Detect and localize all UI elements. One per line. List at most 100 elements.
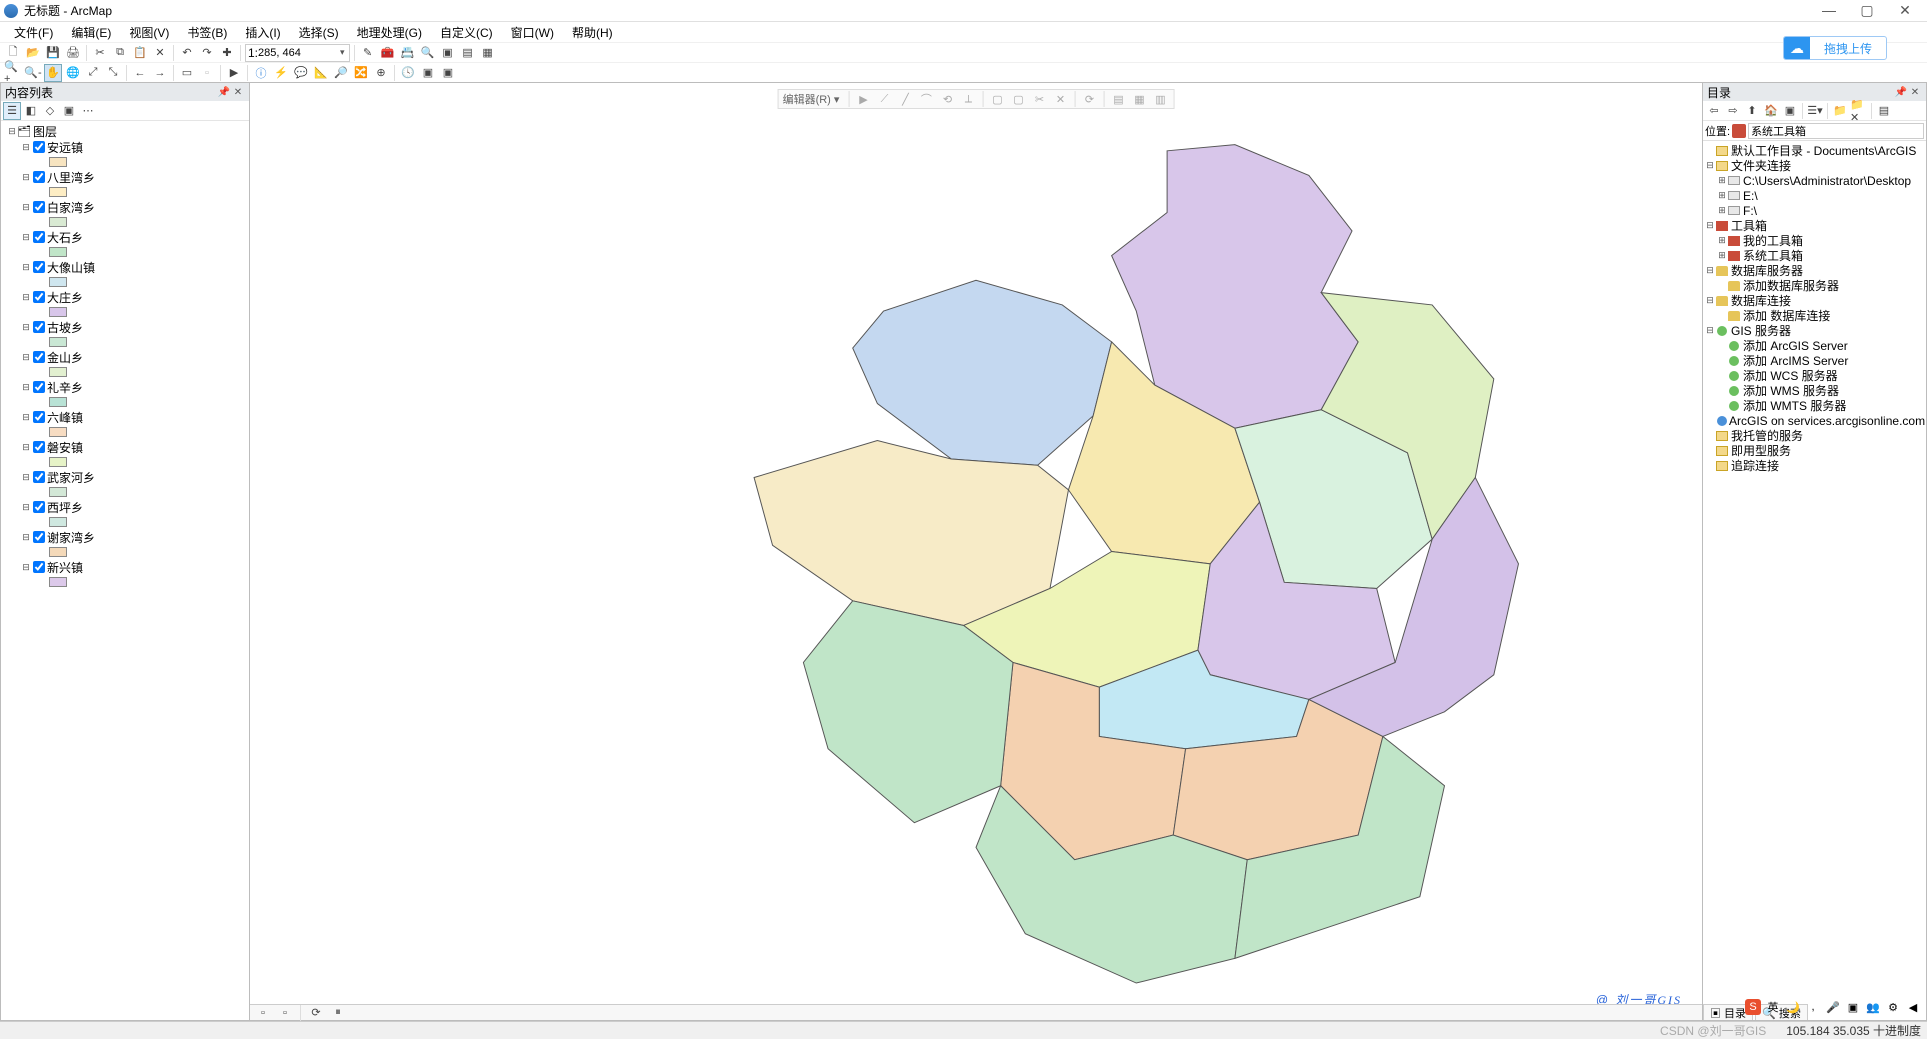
identify-icon[interactable]: ⓘ (252, 64, 270, 82)
fixed-zoom-out-icon[interactable]: ⤡ (104, 64, 122, 82)
collapse-icon[interactable]: ⊟ (21, 532, 31, 543)
menu-2[interactable]: 视图(V) (121, 23, 177, 42)
people-icon[interactable]: 👥 (1865, 999, 1881, 1015)
go-to-xy-icon[interactable]: ⊕ (372, 64, 390, 82)
list-by-visibility-icon[interactable]: ◇ (41, 102, 59, 120)
home-icon[interactable]: 🏠 (1762, 102, 1780, 120)
time-slider-icon[interactable]: 🕓 (399, 64, 417, 82)
modelbuilder-icon[interactable]: ▤ (459, 44, 477, 62)
list-by-drawing-icon[interactable]: ☰ (3, 102, 21, 120)
layer-checkbox[interactable] (33, 351, 45, 363)
layer-node[interactable]: ⊟礼辛乡 (21, 379, 247, 395)
catalog-icon[interactable]: 📇 (399, 44, 417, 62)
collapse-icon[interactable]: ⊟ (21, 202, 31, 213)
layer-checkbox[interactable] (33, 441, 45, 453)
list-by-selection-icon[interactable]: ▣ (60, 102, 78, 120)
catalog-item[interactable]: 添加 ArcGIS Server (1717, 338, 1924, 353)
expand-icon[interactable]: ⊟ (1705, 295, 1715, 306)
up-icon[interactable]: ⬆ (1743, 102, 1761, 120)
expand-icon[interactable]: ⊟ (1705, 325, 1715, 336)
back-icon[interactable]: ← (131, 64, 149, 82)
region-礼辛乡[interactable] (853, 280, 1112, 465)
expand-icon[interactable]: ⊞ (1717, 190, 1727, 201)
menu-7[interactable]: 自定义(C) (432, 23, 501, 42)
print-icon[interactable]: 🖨 (64, 44, 82, 62)
collapse-icon[interactable]: ⊟ (21, 562, 31, 573)
viewer-icon[interactable]: ▣ (419, 64, 437, 82)
layer-checkbox[interactable] (33, 261, 45, 273)
pan-icon[interactable]: ✋ (44, 64, 62, 82)
comma-icon[interactable]: , (1805, 999, 1821, 1015)
panel-icon[interactable]: ▣ (1845, 999, 1861, 1015)
refresh-icon[interactable]: ⟳ (307, 1004, 325, 1022)
list-style-icon[interactable]: ☰▾ (1806, 102, 1824, 120)
undo-icon[interactable]: ↶ (178, 44, 196, 62)
catalog-tree[interactable]: 默认工作目录 - Documents\ArcGIS⊟文件夹连接⊞C:\Users… (1703, 141, 1926, 1004)
menu-1[interactable]: 编辑(E) (63, 23, 119, 42)
expand-icon[interactable]: ⊟ (1705, 220, 1715, 231)
options-icon[interactable]: ⋯ (79, 102, 97, 120)
catalog-item[interactable]: 添加 数据库连接 (1717, 308, 1924, 323)
map-view[interactable]: 编辑器(R) ▾ ▶ ⟋ ╱ ⌒ ⟲ ⟂ ▢ ▢ ✂ ✕ ⟳ ▤ ▦ ▥ @ 刘… (250, 82, 1702, 1021)
expand-icon[interactable]: ⊞ (1717, 175, 1727, 186)
pause-drawing-icon[interactable]: ⏸ (329, 1004, 347, 1022)
zoom-in-icon[interactable]: 🔍+ (4, 64, 22, 82)
clear-selection-icon[interactable]: ▫ (198, 64, 216, 82)
forward-icon[interactable]: ⇨ (1724, 102, 1742, 120)
ime-icon[interactable]: S (1745, 999, 1761, 1015)
minimize-button[interactable]: — (1819, 2, 1839, 19)
menu-4[interactable]: 插入(I) (237, 23, 288, 42)
catalog-item[interactable]: ⊟数据库连接 (1705, 293, 1924, 308)
menu-8[interactable]: 窗口(W) (503, 23, 562, 42)
data-view-icon[interactable]: ▫ (254, 1004, 272, 1022)
region-金山乡[interactable] (754, 441, 1068, 626)
layer-checkbox[interactable] (33, 561, 45, 573)
catalog-item[interactable]: ⊟数据库服务器 (1705, 263, 1924, 278)
catalog-item[interactable]: ArcGIS on services.arcgisonline.com (用户) (1717, 413, 1924, 428)
expand-icon[interactable]: ⊟ (1705, 265, 1715, 276)
layer-checkbox[interactable] (33, 471, 45, 483)
layer-checkbox[interactable] (33, 411, 45, 423)
collapse-icon[interactable]: ⊟ (21, 352, 31, 363)
catalog-item[interactable]: 添加 ArcIMS Server (1717, 353, 1924, 368)
search-icon[interactable]: 🔍 (419, 44, 437, 62)
open-icon[interactable]: 📂 (24, 44, 42, 62)
expand-icon[interactable]: ⊞ (1717, 235, 1727, 246)
catalog-item[interactable]: 追踪连接 (1705, 458, 1924, 473)
layer-node[interactable]: ⊟白家湾乡 (21, 199, 247, 215)
catalog-item[interactable]: 添加数据库服务器 (1717, 278, 1924, 293)
toolbox-icon[interactable]: 🧰 (379, 44, 397, 62)
scale-combo[interactable]: 1: ▾ (245, 44, 350, 62)
find-route-icon[interactable]: 🔀 (352, 64, 370, 82)
layer-node[interactable]: ⊟古坡乡 (21, 319, 247, 335)
collapse-icon[interactable]: ⊟ (21, 502, 31, 513)
catalog-item[interactable]: ⊞C:\Users\Administrator\Desktop (1717, 173, 1924, 188)
catalog-item[interactable]: ⊞F:\ (1717, 203, 1924, 218)
layer-node[interactable]: ⊟新兴镇 (21, 559, 247, 575)
redo-icon[interactable]: ↷ (198, 44, 216, 62)
collapse-icon[interactable]: ⊟ (21, 172, 31, 183)
layer-checkbox[interactable] (33, 291, 45, 303)
close-panel-icon[interactable]: ✕ (231, 87, 245, 98)
toggle-icon[interactable]: ▣ (1781, 102, 1799, 120)
collapse-icon[interactable]: ⊟ (21, 292, 31, 303)
layer-checkbox[interactable] (33, 501, 45, 513)
paste-icon[interactable]: 📋 (131, 44, 149, 62)
add-data-icon[interactable]: ✚ (218, 44, 236, 62)
layer-node[interactable]: ⊟六峰镇 (21, 409, 247, 425)
catalog-item[interactable]: 添加 WMTS 服务器 (1717, 398, 1924, 413)
zoom-out-icon[interactable]: 🔍- (24, 64, 42, 82)
map-canvas[interactable] (250, 83, 1702, 1020)
lang-icon[interactable]: 英 (1765, 999, 1781, 1015)
catalog-item[interactable]: 我托管的服务 (1705, 428, 1924, 443)
fixed-zoom-in-icon[interactable]: ⤢ (84, 64, 102, 82)
layer-checkbox[interactable] (33, 531, 45, 543)
layer-node[interactable]: ⊟西坪乡 (21, 499, 247, 515)
catalog-item[interactable]: 添加 WMS 服务器 (1717, 383, 1924, 398)
viewer2-icon[interactable]: ▣ (439, 64, 457, 82)
collapse-icon[interactable]: ⊟ (21, 142, 31, 153)
collapse-icon[interactable]: ⊟ (21, 232, 31, 243)
collapse-icon[interactable]: ⊟ (21, 412, 31, 423)
html-popup-icon[interactable]: 💬 (292, 64, 310, 82)
catalog-item[interactable]: ⊞我的工具箱 (1717, 233, 1924, 248)
